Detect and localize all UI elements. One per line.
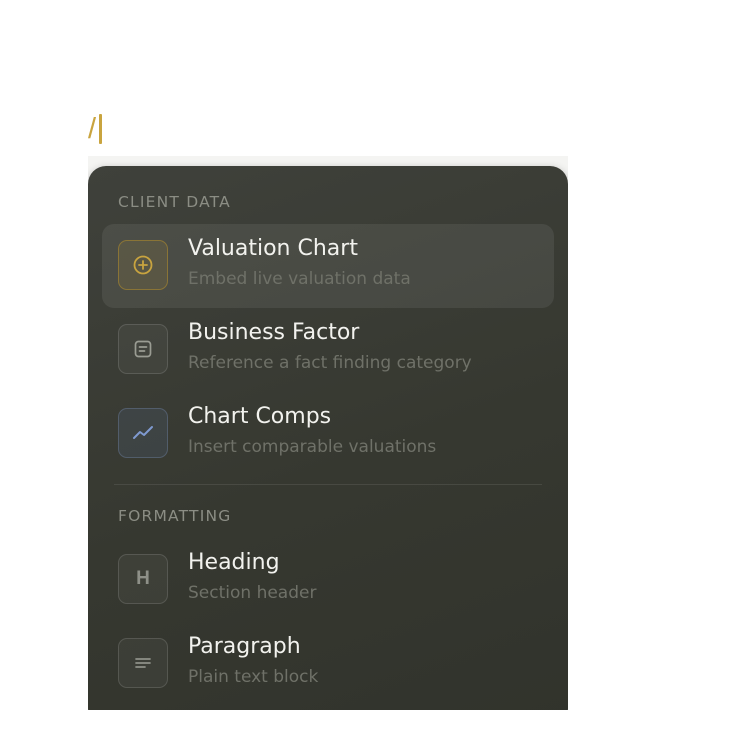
slash-command-text: / (88, 113, 97, 145)
section-label-formatting: FORMATTING (118, 507, 232, 525)
menu-item-title: Heading (188, 550, 280, 575)
menu-item-subtitle: Reference a fact finding category (188, 353, 472, 373)
menu-item-subtitle: Plain text block (188, 667, 319, 687)
menu-item-chart-comps[interactable]: Chart Comps Insert comparable valuations (102, 392, 554, 476)
text-cursor (99, 114, 103, 144)
menu-item-title: Chart Comps (188, 404, 332, 429)
slash-command-menu: CLIENT DATA Valuation Chart Embed live v… (88, 166, 568, 710)
section-divider (114, 484, 542, 485)
heading-icon: H (118, 554, 168, 604)
menu-item-title: Paragraph (188, 634, 301, 659)
menu-item-valuation-chart[interactable]: Valuation Chart Embed live valuation dat… (102, 224, 554, 308)
plus-circle-icon (118, 240, 168, 290)
menu-item-paragraph[interactable]: Paragraph Plain text block (102, 622, 554, 706)
menu-item-subtitle: Embed live valuation data (188, 269, 411, 289)
menu-item-title: Business Factor (188, 320, 360, 345)
menu-item-heading[interactable]: H Heading Section header (102, 538, 554, 622)
trend-line-icon (118, 408, 168, 458)
slash-command-menu-viewport: CLIENT DATA Valuation Chart Embed live v… (88, 156, 568, 710)
editor-slash-input[interactable]: / (88, 112, 103, 146)
section-label-client-data: CLIENT DATA (118, 193, 231, 211)
paragraph-lines-icon (118, 638, 168, 688)
menu-item-business-factor[interactable]: Business Factor Reference a fact finding… (102, 308, 554, 392)
menu-item-title: Valuation Chart (188, 236, 358, 261)
document-icon (118, 324, 168, 374)
heading-glyph: H (136, 568, 150, 589)
menu-item-subtitle: Section header (188, 583, 317, 603)
menu-item-subtitle: Insert comparable valuations (188, 437, 437, 457)
